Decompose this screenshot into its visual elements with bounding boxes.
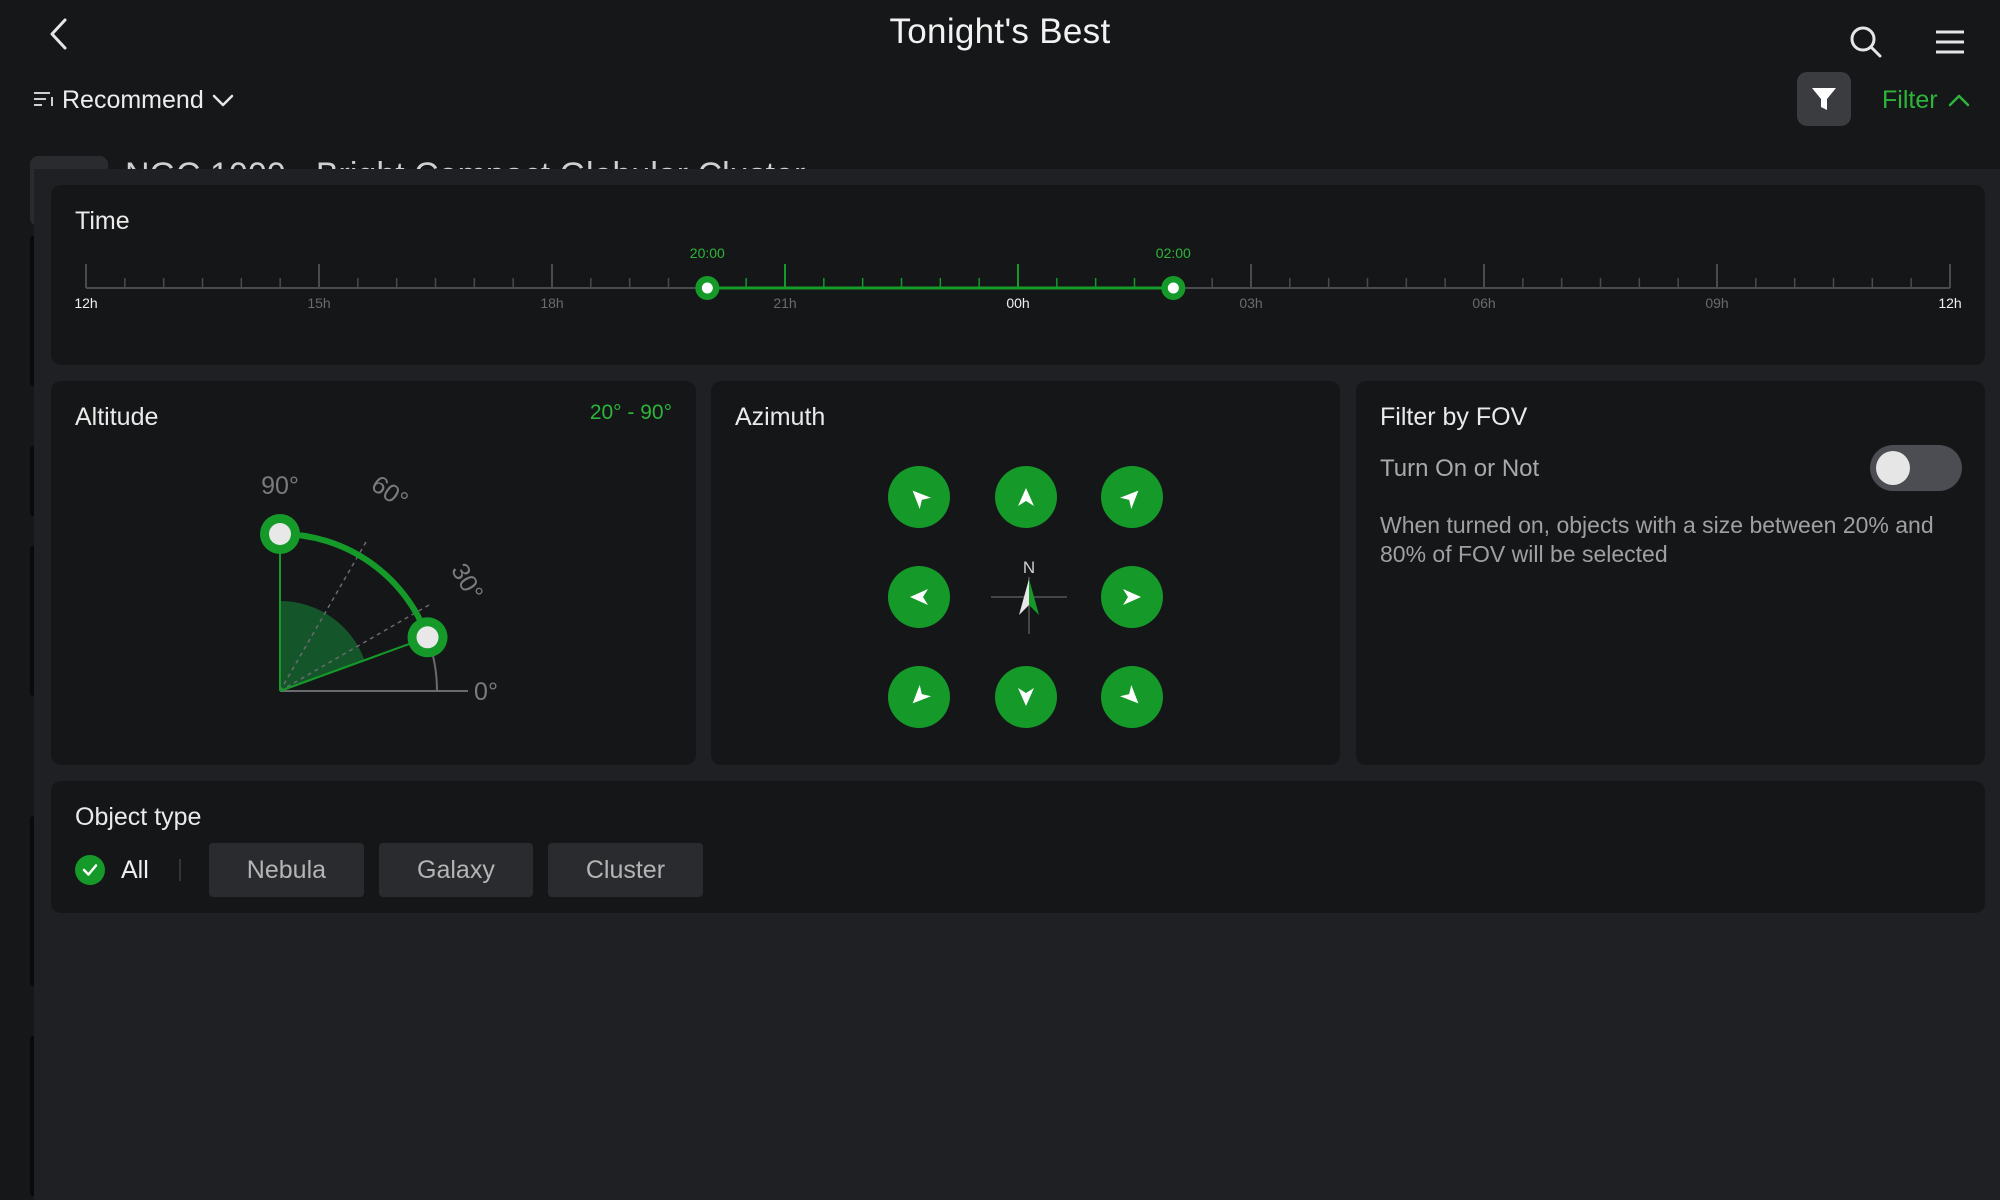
object-type-options: All Nebula Galaxy Cluster	[75, 843, 718, 897]
azimuth-button-e[interactable]	[1101, 566, 1163, 628]
divider	[178, 859, 181, 881]
compass: N	[989, 555, 1069, 635]
filter-icon-button[interactable]	[1797, 72, 1851, 126]
altitude-filter-card: Altitude 20° - 90° 90° 60° 30° 0°	[51, 381, 696, 765]
chevron-up-icon	[1948, 94, 1969, 107]
time-start-handle-dot	[701, 282, 713, 294]
altitude-max-handle-dot	[269, 523, 291, 545]
time-tick-label: 18h	[540, 295, 563, 311]
fov-filter-card: Filter by FOV Turn On or Not When turned…	[1356, 381, 1985, 765]
time-tick-label: 21h	[773, 295, 796, 311]
menu-button[interactable]	[1932, 24, 1968, 60]
chip-galaxy[interactable]: Galaxy	[379, 843, 533, 897]
arrow-n-icon	[1018, 488, 1034, 506]
altitude-sector	[280, 601, 365, 691]
compass-arrow-icon: N	[991, 558, 1067, 634]
arrow-s-icon	[1018, 688, 1034, 706]
time-start-handle-label: 20:00	[690, 245, 725, 261]
azimuth-button-s[interactable]	[995, 666, 1057, 728]
time-tick-label: 03h	[1239, 295, 1262, 311]
azimuth-button-se[interactable]	[1101, 666, 1163, 728]
altitude-label: 30°	[445, 559, 488, 606]
funnel-icon	[1812, 88, 1836, 110]
time-tick-label: 06h	[1472, 295, 1495, 311]
filter-label: Filter	[1882, 85, 1938, 114]
time-tick-label: 00h	[1006, 295, 1029, 311]
chip-nebula[interactable]: Nebula	[208, 843, 365, 897]
time-end-handle-label: 02:00	[1156, 245, 1191, 261]
azimuth-button-sw[interactable]	[888, 666, 950, 728]
arrow-shape	[1018, 488, 1034, 506]
altitude-dial[interactable]: 90° 60° 30° 0°	[51, 381, 696, 765]
time-title: Time	[75, 207, 130, 235]
all-label[interactable]: All	[121, 856, 149, 885]
azimuth-title: Azimuth	[735, 403, 826, 431]
time-tick-label: 09h	[1705, 295, 1728, 311]
arrow-shape	[912, 685, 931, 704]
arrow-se-icon	[1120, 685, 1139, 704]
fov-title: Filter by FOV	[1380, 403, 1528, 431]
time-filter-card: Time 12h 15h 18h 21h 00h 03h 06h 09h 12h 20:00 02:…	[51, 185, 1985, 365]
arrow-e-icon	[1123, 589, 1141, 605]
arrow-shape	[1123, 589, 1141, 605]
altitude-label: 90°	[261, 472, 299, 500]
north-label: N	[1023, 558, 1035, 577]
fov-description: When turned on, objects with a size betw…	[1380, 512, 1934, 567]
search-button[interactable]	[1848, 24, 1884, 60]
app-root: Tonight's Best Recommend Filter Time 12h…	[0, 0, 2000, 1200]
azimuth-button-nw[interactable]	[888, 466, 950, 528]
altitude-min-handle-dot	[416, 626, 439, 649]
time-tick-label: 12h	[74, 295, 97, 311]
search-icon	[1850, 26, 1882, 58]
check-icon	[82, 864, 98, 876]
altitude-label: 0°	[474, 678, 498, 706]
arrow-w-icon	[910, 589, 928, 605]
all-checkbox[interactable]	[75, 855, 105, 885]
object-type-card: Object type All Nebula Galaxy Cluster	[51, 781, 1985, 913]
arrow-sw-icon	[912, 685, 931, 704]
azimuth-button-n[interactable]	[995, 466, 1057, 528]
chip-cluster[interactable]: Cluster	[547, 843, 704, 897]
azimuth-button-w[interactable]	[888, 566, 950, 628]
object-type-title: Object type	[75, 803, 202, 831]
sort-dropdown[interactable]: Recommend	[32, 80, 236, 120]
fov-toggle[interactable]	[1870, 445, 1962, 491]
arrow-ne-icon	[1120, 490, 1139, 509]
sort-lines-icon	[34, 92, 53, 106]
time-end-handle-dot	[1167, 282, 1179, 294]
hamburger-menu-icon	[1936, 30, 1964, 54]
chevron-down-icon	[212, 94, 233, 107]
arrow-shape	[910, 589, 928, 605]
fov-toggle-label: Turn On or Not	[1380, 455, 1540, 482]
time-tick-label: 15h	[307, 295, 330, 311]
toggle-knob	[1876, 451, 1910, 485]
azimuth-button-ne[interactable]	[1101, 466, 1163, 528]
time-tick-label: 12h	[1938, 295, 1961, 311]
sort-label: Recommend	[62, 85, 204, 114]
arrow-shape	[1120, 490, 1139, 509]
page-title: Tonight's Best	[889, 12, 1111, 51]
time-slider[interactable]: 12h 15h 18h 21h 00h 03h 06h 09h 12h 20:00 02:00	[51, 245, 1985, 355]
arrow-shape	[1018, 688, 1034, 706]
arrow-shape	[912, 490, 931, 509]
filter-toggle[interactable]: Filter	[1882, 82, 1972, 118]
arrow-shape	[1120, 685, 1139, 704]
arrow-nw-icon	[912, 490, 931, 509]
altitude-label: 60°	[366, 470, 413, 515]
